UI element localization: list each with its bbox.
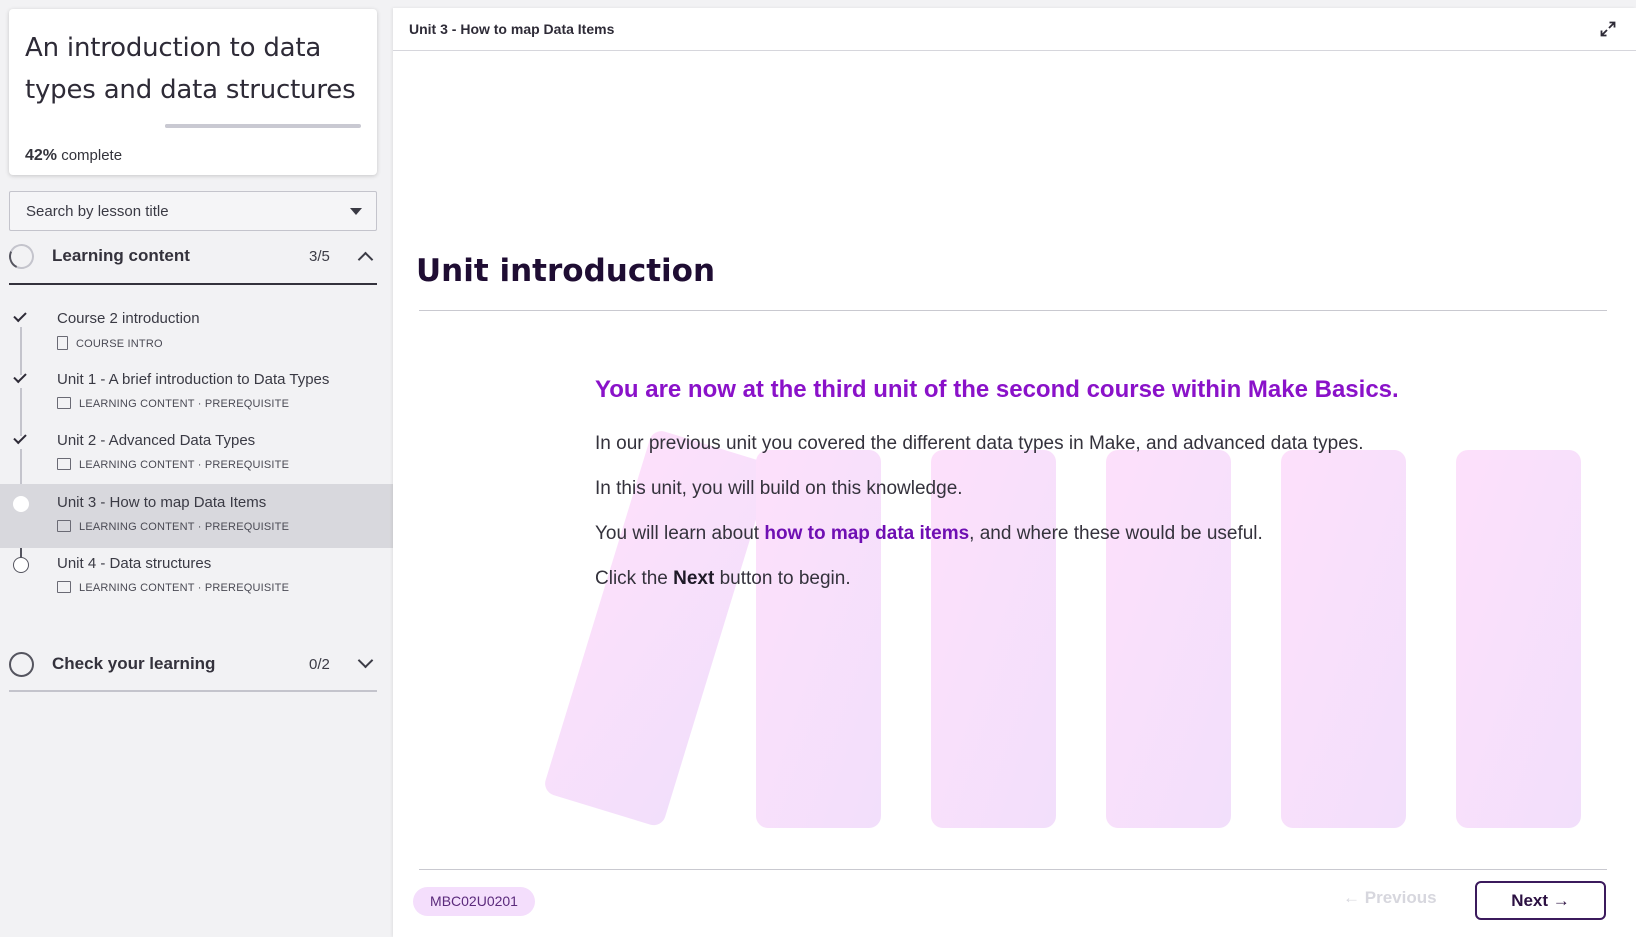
caret-down-icon bbox=[350, 208, 362, 215]
lesson-item[interactable]: Unit 2 - Advanced Data Types LEARNING CO… bbox=[0, 422, 393, 486]
content-icon bbox=[57, 397, 71, 409]
lesson-meta: LEARNING CONTENT · PREREQUISITE bbox=[57, 581, 289, 594]
chevron-up-icon[interactable] bbox=[357, 251, 374, 268]
previous-button[interactable]: ← Previous bbox=[1343, 888, 1437, 908]
chevron-down-icon[interactable] bbox=[357, 652, 374, 669]
lesson-topbar: Unit 3 - How to map Data Items bbox=[393, 8, 1636, 51]
lesson-item[interactable]: Unit 4 - Data structures LEARNING CONTEN… bbox=[0, 545, 393, 609]
arrow-left-icon: ← bbox=[1343, 888, 1360, 907]
lead-text: You are now at the third unit of the sec… bbox=[595, 376, 1399, 403]
check-icon bbox=[13, 308, 27, 323]
course-card: An introduction to data types and data s… bbox=[9, 9, 377, 175]
section-count: 0/2 bbox=[309, 656, 330, 673]
course-sidebar: An introduction to data types and data s… bbox=[0, 0, 393, 937]
section-divider bbox=[9, 690, 377, 692]
incomplete-status-icon bbox=[13, 557, 29, 573]
lesson-meta: LEARNING CONTENT · PREREQUISITE bbox=[57, 520, 289, 533]
emphasis-text: how to map data items bbox=[764, 523, 970, 544]
lesson-meta: LEARNING CONTENT · PREREQUISITE bbox=[57, 397, 289, 410]
lesson-title: Unit 4 - Data structures bbox=[57, 555, 212, 572]
section-divider bbox=[9, 283, 377, 285]
lesson-item[interactable]: Course 2 introduction COURSE INTRO bbox=[0, 300, 393, 364]
section-check-your-learning[interactable]: Check your learning 0/2 bbox=[9, 642, 377, 686]
lesson-item[interactable]: Unit 1 - A brief introduction to Data Ty… bbox=[0, 361, 393, 425]
section-progress-ring-icon bbox=[9, 652, 34, 677]
lesson-panel: Unit 3 - How to map Data Items Unit intr… bbox=[393, 8, 1636, 937]
content-icon bbox=[57, 458, 71, 470]
lesson-code-badge: MBC02U0201 bbox=[413, 887, 535, 916]
arrow-right-icon: → bbox=[1552, 891, 1570, 910]
search-placeholder: Search by lesson title bbox=[26, 203, 169, 220]
lesson-title: Unit 1 - A brief introduction to Data Ty… bbox=[57, 371, 330, 388]
lesson-meta: COURSE INTRO bbox=[57, 336, 163, 350]
lesson-title: Unit 3 - How to map Data Items bbox=[57, 494, 267, 511]
section-label: Check your learning bbox=[52, 654, 216, 673]
body-paragraph: Click the Next button to begin. bbox=[595, 568, 851, 589]
expand-icon[interactable] bbox=[1600, 21, 1616, 37]
course-title: An introduction to data types and data s… bbox=[25, 33, 356, 105]
next-button[interactable]: Next → bbox=[1475, 881, 1606, 920]
breadcrumb: Unit 3 - How to map Data Items bbox=[409, 21, 615, 37]
current-status-icon bbox=[13, 496, 29, 512]
progress-bar-fill bbox=[165, 124, 248, 128]
progress-text: 42% complete bbox=[25, 147, 122, 165]
page-title: Unit introduction bbox=[416, 253, 716, 289]
document-icon bbox=[57, 336, 68, 350]
footer-divider bbox=[419, 869, 1607, 870]
lesson-meta: LEARNING CONTENT · PREREQUISITE bbox=[57, 458, 289, 471]
section-label: Learning content bbox=[52, 246, 190, 265]
lesson-search-select[interactable]: Search by lesson title bbox=[9, 191, 377, 231]
lesson-item-current[interactable]: Unit 3 - How to map Data Items LEARNING … bbox=[0, 484, 393, 548]
lesson-title: Course 2 introduction bbox=[57, 310, 200, 327]
section-count: 3/5 bbox=[309, 248, 330, 265]
section-progress-ring-icon bbox=[5, 240, 38, 273]
content-icon bbox=[57, 520, 71, 532]
body-paragraph: In our previous unit you covered the dif… bbox=[595, 433, 1364, 454]
lesson-title: Unit 2 - Advanced Data Types bbox=[57, 432, 256, 449]
progress-suffix: complete bbox=[57, 147, 123, 164]
check-icon bbox=[13, 430, 27, 445]
content-icon bbox=[57, 581, 71, 593]
heading-divider bbox=[419, 310, 1607, 311]
bold-text: Next bbox=[673, 568, 715, 589]
progress-bar bbox=[165, 124, 361, 128]
section-learning-content[interactable]: Learning content 3/5 bbox=[5, 234, 377, 278]
progress-percent: 42% bbox=[25, 147, 58, 164]
check-icon bbox=[13, 369, 27, 384]
body-paragraph: You will learn about how to map data ite… bbox=[595, 523, 1263, 544]
body-paragraph: In this unit, you will build on this kno… bbox=[595, 478, 963, 499]
